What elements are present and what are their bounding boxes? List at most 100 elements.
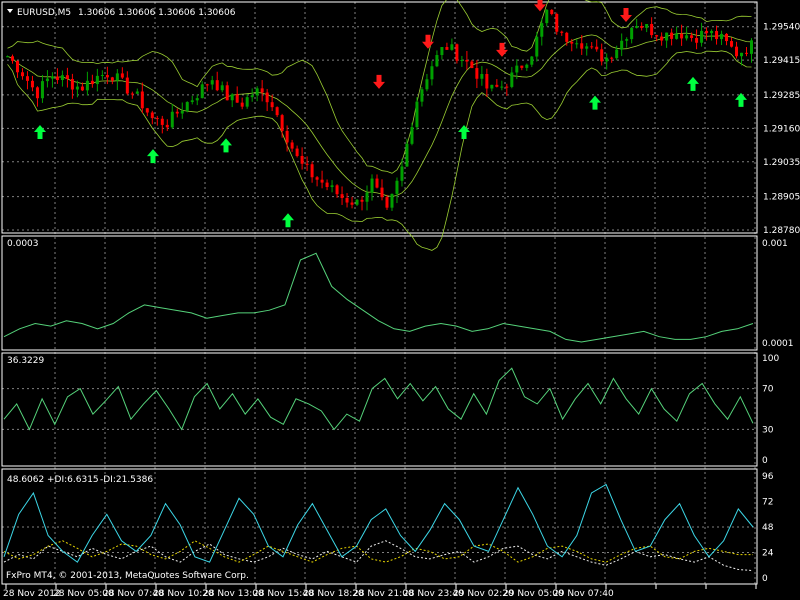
candle-body — [180, 110, 184, 114]
candle-body — [260, 88, 264, 93]
buy-arrow — [589, 95, 601, 110]
candle-body — [520, 65, 524, 68]
pane-frames — [1, 1, 758, 585]
chart-symbol: EURUSD,M5 — [17, 8, 71, 18]
adx-tick-label: 72 — [762, 498, 773, 508]
candle-body — [410, 127, 414, 144]
candle-body — [250, 95, 254, 98]
candle-body — [190, 100, 194, 103]
rsi-line — [3, 367, 754, 431]
candle-body — [685, 35, 689, 39]
chart-canvas: 28 Nov 201228 Nov 05:0028 Nov 07:4028 No… — [1, 0, 800, 599]
x-tick-label: 28 Nov 2012 — [3, 589, 61, 599]
plus-di-value: +DI:6.6315 — [47, 475, 99, 485]
pane-border — [1, 235, 758, 351]
candle-body — [300, 155, 304, 164]
candle-body — [420, 89, 424, 102]
price-tick-label: 1.28905 — [763, 193, 800, 203]
candle-body — [645, 24, 649, 28]
candle-body — [495, 84, 499, 87]
candle-body — [515, 65, 519, 73]
buy-arrow — [687, 76, 699, 91]
candle-body — [315, 177, 319, 180]
candle-body — [105, 75, 109, 78]
candle-body — [15, 60, 19, 73]
candle-body — [30, 80, 34, 88]
atr-pane — [3, 252, 754, 343]
candle-body — [355, 199, 359, 205]
candle-body — [385, 197, 389, 208]
candle-body — [140, 91, 144, 109]
candle-body — [635, 26, 639, 28]
candle-body — [25, 76, 29, 81]
adx-tick-label: 96 — [762, 472, 774, 482]
candle-body — [100, 75, 104, 77]
candle-body — [60, 75, 64, 81]
candle-body — [510, 72, 514, 87]
candle-body — [575, 43, 579, 45]
sell-arrow — [422, 34, 434, 49]
candle-body — [295, 148, 299, 156]
adx-tick-label: 24 — [762, 549, 774, 559]
rsi-pane — [3, 367, 754, 431]
candle-body — [160, 118, 164, 125]
price-tick-label: 1.28780 — [763, 226, 800, 236]
candle-body — [600, 49, 604, 62]
candle-body — [230, 94, 234, 101]
candle-body — [175, 111, 179, 114]
candle-body — [590, 46, 594, 48]
candle-body — [570, 41, 574, 44]
candle-body — [680, 33, 684, 39]
adx-line — [3, 483, 754, 563]
candle-body — [585, 46, 589, 49]
middle-band-line — [7, 32, 752, 197]
plus-di-line — [3, 540, 754, 572]
candle-body — [40, 81, 44, 99]
candle-body — [305, 163, 309, 165]
candle-body — [475, 68, 479, 79]
candle-body — [120, 73, 124, 78]
candle-body — [525, 64, 529, 68]
price-tick-label: 1.29160 — [763, 124, 800, 134]
candle-body — [700, 30, 704, 43]
candle-body — [595, 46, 599, 50]
candle-body — [360, 199, 364, 202]
rsi-tick-label: 100 — [762, 354, 779, 364]
candle-body — [310, 164, 314, 178]
candle-body — [545, 9, 549, 24]
candle-body — [110, 77, 114, 81]
price-tick-label: 1.29415 — [763, 56, 800, 66]
price-tick-label: 1.29540 — [763, 23, 800, 33]
candle-body — [390, 193, 394, 208]
candle-body — [605, 57, 609, 62]
candle-body — [330, 185, 334, 188]
adx-pane — [3, 483, 754, 572]
candle-body — [365, 192, 369, 202]
candle-body — [555, 13, 559, 32]
candle-body — [80, 86, 84, 91]
candle-body — [50, 76, 54, 79]
candle-body — [660, 36, 664, 41]
sell-arrow — [496, 42, 508, 57]
candle-body — [750, 40, 754, 54]
adx-tick-label: 48 — [762, 523, 774, 533]
candle-body — [235, 94, 239, 103]
candle-body — [220, 85, 224, 91]
candle-body — [665, 32, 669, 41]
rsi-tick-label: 30 — [762, 425, 774, 435]
price-tick-label: 1.29285 — [763, 91, 800, 101]
candle-body — [485, 74, 489, 89]
candle-body — [75, 86, 79, 90]
candle-body — [580, 43, 584, 49]
candle-body — [535, 36, 539, 57]
chart-menu-icon[interactable] — [7, 9, 13, 13]
candle-body — [245, 97, 249, 107]
candle-body — [115, 73, 119, 81]
adx-tick-label: 0 — [762, 574, 768, 584]
minus-di-line — [3, 540, 753, 563]
candle-body — [630, 27, 634, 40]
candle-body — [265, 92, 269, 103]
candle-body — [425, 79, 429, 90]
candle-body — [730, 41, 734, 47]
candle-body — [325, 182, 329, 188]
